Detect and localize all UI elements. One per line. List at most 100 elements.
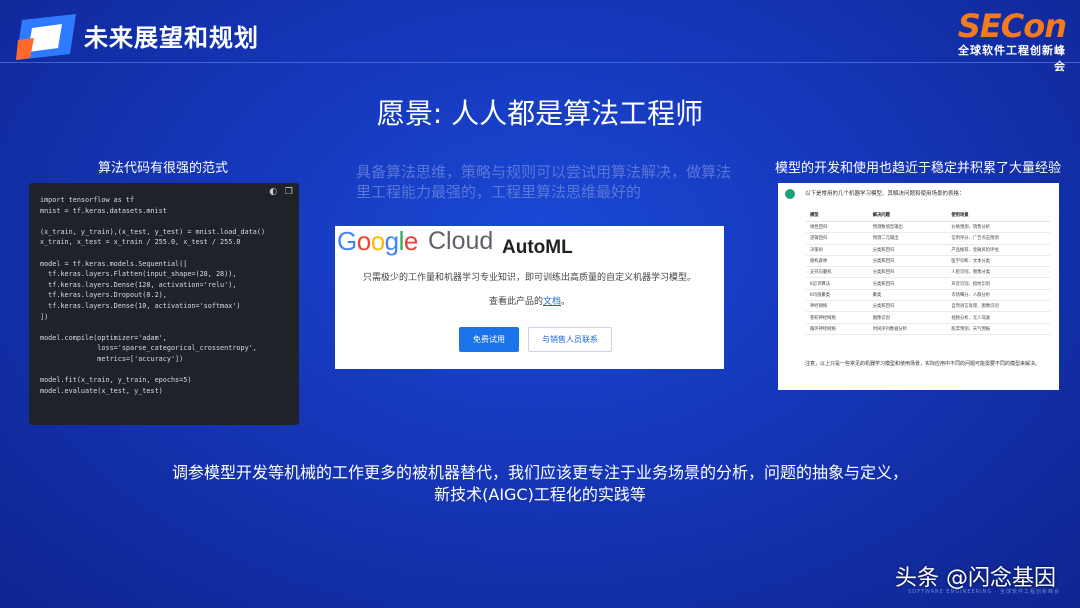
code-line: model = tf.keras.models.Sequential([	[40, 259, 188, 268]
table-cell: 人脸识别、图像分类	[947, 266, 1050, 279]
model-caption: 模型的开发和使用也趋近于稳定并积累了大量经验	[774, 161, 1061, 176]
code-line: model.fit(x_train, y_train, epochs=5)	[40, 376, 192, 385]
table-cell: 产品推荐、金融风险评估	[947, 244, 1050, 256]
code-line: tf.keras.layers.Dense(10, activation='so…	[48, 301, 241, 310]
code-line: (x_train, y_train),(x_test, y_test) = mn…	[40, 227, 266, 236]
google-wordmark: Google	[337, 226, 418, 257]
table-row: 线性回归 预测数值型输出 价格预测、销售分析	[806, 221, 1050, 234]
code-panel: ◐ ❐ import tensorflow as tf mnist = tf.k…	[29, 183, 299, 425]
table-cell: 价格预测、销售分析	[947, 221, 1050, 234]
table-row: 逻辑回归 预测二元输出 信用评分、广告点击预测	[806, 232, 1050, 245]
code-line: model.compile(optimizer='adam',	[40, 333, 167, 342]
table-cell: 图像识别	[868, 311, 948, 324]
google-letter: g	[384, 226, 399, 256]
code-line: mnist = tf.keras.datasets.mnist	[40, 206, 167, 215]
table-cell: 神经网络	[806, 300, 869, 313]
model-table-card: 以下是常用的几个机器学习模型、其解决问题和使用场景的表格： 模型 解决问题 使用场景…	[778, 183, 1059, 390]
table-row: 神经网络 分类和回归 自然语言处理、图像识别	[806, 300, 1050, 313]
table-row: K近邻算法 分类和回归 声音识别、指纹识别	[806, 277, 1050, 290]
code-line: tf.keras.layers.Flatten(input_shape=(28,…	[48, 270, 237, 279]
table-cell: 分类和回归	[868, 277, 948, 290]
table-body: 线性回归 预测数值型输出 价格预测、销售分析 逻辑回归 预测二元输出 信用评分、广告点击预…	[806, 221, 1050, 335]
conclusion-text: 调参模型开发等机械的工作更多的被机器替代，我们应该更专注于业务场景的分析，问题的…	[0, 462, 1080, 506]
table-row: K均值聚类 聚类 市场细分、人群分析	[806, 289, 1050, 302]
table-cell: 逻辑回归	[806, 232, 869, 245]
model-table-note: 注意，以上只是一些常见的机器学习模型和使用场景，实际应用中不同的问题可能需要不同…	[805, 361, 1041, 367]
footer-text: SOFTWARE ENGINEERING · 全球软件工程创新峰会	[908, 589, 1060, 595]
table-row: 卷积神经网络 图像识别 视频分析、无人驾驶	[806, 311, 1050, 324]
table-cell: 声音识别、指纹识别	[947, 277, 1050, 290]
docs-suffix: 。	[561, 297, 571, 307]
code-line: tf.keras.layers.Dense(128, activation='r…	[48, 280, 237, 289]
slide-title: 未来展望和规划	[84, 24, 259, 52]
code-caption: 算法代码有很强的范式	[97, 161, 228, 176]
table-cell: 自然语言处理、图像识别	[947, 300, 1050, 313]
table-header-row: 模型 解决问题 使用场景	[806, 209, 1050, 222]
google-letter: o	[356, 226, 371, 256]
table-row: 决策树 分类和回归 产品推荐、金融风险评估	[806, 244, 1050, 256]
code-line: model.evaluate(x_test, y_test)	[40, 386, 163, 395]
table-cell: 股票预测、天气预报	[947, 323, 1050, 335]
vision-subtext: 具备算法思维，策略与规则可以尝试用算法解决，做算法里工程能力最强的，工程里算法思…	[356, 163, 732, 201]
code-line: tf.keras.layers.Dropout(0.2),	[48, 291, 167, 300]
table-cell: 决策树	[806, 244, 869, 256]
free-trial-button[interactable]: 免费试用	[459, 327, 519, 352]
table-column-header: 使用场景	[947, 209, 1050, 222]
table-cell: 分类和回归	[868, 244, 948, 256]
table-cell: 预测数值型输出	[868, 221, 948, 234]
table-cell: 聚类	[868, 289, 948, 302]
code-block: import tensorflow as tf mnist = tf.keras…	[29, 183, 299, 396]
automl-card: Google Cloud AutoML 只需极少的工作量和机器学习专业知识，即可…	[335, 226, 724, 369]
google-letter: o	[370, 226, 385, 256]
table-cell: 卷积神经网络	[806, 311, 869, 324]
table-cell: 分类和回归	[868, 255, 948, 268]
table-cell: 随机森林	[806, 255, 869, 268]
table-row: 随机森林 分类和回归 医学诊断、文本分类	[806, 255, 1050, 268]
code-line: x_train, x_test = x_train / 255.0, x_tes…	[40, 238, 241, 247]
table-cell: 分类和回归	[868, 300, 948, 313]
table-cell: 信用评分、广告点击预测	[947, 232, 1050, 245]
table-cell: 视频分析、无人驾驶	[947, 311, 1050, 324]
table-cell: 医学诊断、文本分类	[947, 255, 1050, 268]
google-letter: G	[337, 226, 357, 256]
table-cell: K均值聚类	[806, 289, 869, 302]
table-row: 循环神经网络 时间序列数据分析 股票预测、天气预报	[806, 323, 1050, 335]
table-row: 支持向量机 分类和回归 人脸识别、图像分类	[806, 266, 1050, 279]
conclusion-line-1: 调参模型开发等机械的工作更多的被机器替代，我们应该更专注于业务场景的分析，问题的…	[171, 463, 908, 482]
code-line: ])	[40, 312, 49, 321]
chatgpt-avatar-icon	[785, 189, 795, 199]
table-cell: 支持向量机	[806, 266, 869, 279]
header-divider	[0, 62, 1080, 63]
table-column-header: 解决问题	[868, 209, 948, 222]
automl-docs-line: 查看此产品的文档。	[335, 294, 724, 307]
theme-toggle-icon[interactable]: ◐	[269, 187, 277, 197]
copy-icon[interactable]: ❐	[285, 187, 293, 197]
table-cell: 时间序列数据分析	[868, 323, 948, 335]
brand-subtitle: 全球软件工程创新峰会	[958, 44, 1066, 73]
table-cell: 预测二元输出	[868, 232, 948, 245]
table-cell: 线性回归	[806, 221, 869, 234]
code-line: import tensorflow as tf	[40, 196, 135, 204]
conclusion-line-2: 新技术(AIGC)工程化的实践等	[434, 485, 646, 504]
automl-title: AutoML	[502, 237, 573, 258]
secon-logo: SECon 全球软件工程创新峰会	[948, 7, 1067, 74]
google-letter: e	[403, 226, 418, 256]
table-cell: 市场细分、人群分析	[947, 289, 1050, 302]
table-column-header: 模型	[806, 209, 869, 222]
vision-heading: 愿景: 人人都是算法工程师	[376, 97, 704, 130]
table-cell: 分类和回归	[868, 266, 948, 279]
table-cell: K近邻算法	[806, 277, 869, 290]
docs-prefix: 查看此产品的	[488, 297, 543, 307]
conference-logo-mark-icon	[16, 14, 76, 60]
docs-link[interactable]: 文档	[543, 297, 561, 307]
contact-sales-button[interactable]: 与销售人员联系	[528, 327, 612, 352]
brand-name: SECon	[957, 7, 1067, 45]
automl-description: 只需极少的工作量和机器学习专业知识，即可训练出高质量的自定义机器学习模型。	[362, 273, 696, 283]
code-toolbar: ◐ ❐	[264, 187, 293, 197]
model-table: 模型 解决问题 使用场景 线性回归 预测数值型输出 价格预测、销售分析 逻辑回归 预测二元输…	[806, 209, 1050, 335]
code-line: metrics=['accuracy'])	[97, 354, 184, 363]
table-cell: 循环神经网络	[806, 323, 869, 335]
code-line: loss='sparse_categorical_crossentropy',	[97, 344, 257, 353]
model-table-intro: 以下是常用的几个机器学习模型、其解决问题和使用场景的表格：	[805, 191, 965, 197]
cloud-wordmark: Cloud	[428, 227, 494, 255]
